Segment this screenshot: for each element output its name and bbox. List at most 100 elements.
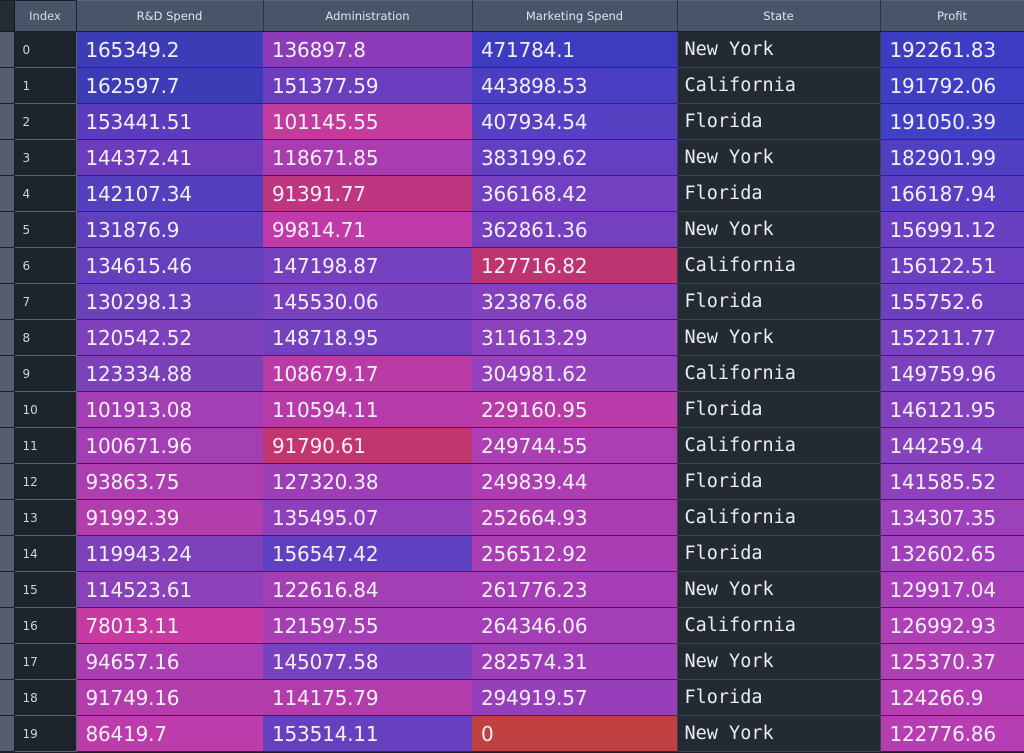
row-index-cell[interactable]: 6: [14, 247, 77, 284]
row-index-cell[interactable]: 0: [14, 31, 77, 68]
cell-marketing-spend[interactable]: 471784.1: [472, 31, 677, 68]
table-row[interactable]: 6 134615.46 147198.87 127716.82 California 15…: [0, 247, 1024, 284]
cell-rd-spend[interactable]: 165349.2: [76, 31, 263, 68]
cell-profit[interactable]: 129917.04: [880, 571, 1024, 608]
column-header-marketing-spend[interactable]: Marketing Spend: [471, 0, 678, 32]
cell-state[interactable]: New York: [676, 571, 881, 608]
cell-administration[interactable]: 147198.87: [263, 247, 472, 284]
cell-administration[interactable]: 110594.11: [263, 391, 472, 428]
cell-profit[interactable]: 155752.6: [880, 283, 1024, 320]
column-header-administration[interactable]: Administration: [262, 0, 473, 32]
row-selector[interactable]: [0, 643, 15, 680]
cell-rd-spend[interactable]: 142107.34: [76, 175, 263, 212]
row-selector[interactable]: [0, 355, 15, 392]
row-selector[interactable]: [0, 535, 15, 572]
cell-state[interactable]: California: [676, 499, 881, 536]
cell-profit[interactable]: 125370.37: [880, 643, 1024, 680]
cell-profit[interactable]: 192261.83: [880, 31, 1024, 68]
row-selector[interactable]: [0, 211, 15, 248]
cell-administration[interactable]: 118671.85: [263, 139, 472, 176]
cell-state[interactable]: California: [676, 355, 881, 392]
row-selector[interactable]: [0, 607, 15, 644]
row-selector[interactable]: [0, 247, 15, 284]
cell-state[interactable]: California: [676, 67, 881, 104]
cell-marketing-spend[interactable]: 407934.54: [472, 103, 677, 140]
row-index-cell[interactable]: 5: [14, 211, 77, 248]
cell-marketing-spend[interactable]: 282574.31: [472, 643, 677, 680]
row-index-cell[interactable]: 18: [14, 679, 77, 716]
row-index-cell[interactable]: 17: [14, 643, 77, 680]
row-index-cell[interactable]: 8: [14, 319, 77, 356]
cell-state[interactable]: California: [676, 247, 881, 284]
table-row[interactable]: 15 114523.61 122616.84 261776.23 New York 129…: [0, 571, 1024, 608]
cell-administration[interactable]: 91790.61: [263, 427, 472, 464]
cell-administration[interactable]: 148718.95: [263, 319, 472, 356]
cell-marketing-spend[interactable]: 304981.62: [472, 355, 677, 392]
cell-marketing-spend[interactable]: 261776.23: [472, 571, 677, 608]
cell-profit[interactable]: 144259.4: [880, 427, 1024, 464]
cell-rd-spend[interactable]: 91992.39: [76, 499, 263, 536]
cell-rd-spend[interactable]: 134615.46: [76, 247, 263, 284]
cell-state[interactable]: Florida: [676, 391, 881, 428]
cell-profit[interactable]: 166187.94: [880, 175, 1024, 212]
cell-state[interactable]: Florida: [676, 103, 881, 140]
cell-marketing-spend[interactable]: 443898.53: [472, 67, 677, 104]
cell-administration[interactable]: 122616.84: [263, 571, 472, 608]
cell-administration[interactable]: 121597.55: [263, 607, 472, 644]
column-header-index[interactable]: Index: [14, 0, 77, 32]
cell-administration[interactable]: 99814.71: [263, 211, 472, 248]
cell-profit[interactable]: 152211.77: [880, 319, 1024, 356]
cell-marketing-spend[interactable]: 294919.57: [472, 679, 677, 716]
cell-state[interactable]: New York: [676, 319, 881, 356]
cell-profit[interactable]: 122776.86: [880, 715, 1024, 752]
cell-administration[interactable]: 114175.79: [263, 679, 472, 716]
row-index-cell[interactable]: 12: [14, 463, 77, 500]
cell-rd-spend[interactable]: 78013.11: [76, 607, 263, 644]
row-selector[interactable]: [0, 391, 15, 428]
row-selector[interactable]: [0, 175, 15, 212]
cell-administration[interactable]: 135495.07: [263, 499, 472, 536]
table-row[interactable]: 8 120542.52 148718.95 311613.29 New York 1522…: [0, 319, 1024, 356]
table-row[interactable]: 1 162597.7 151377.59 443898.53 California 191…: [0, 67, 1024, 104]
cell-profit[interactable]: 124266.9: [880, 679, 1024, 716]
cell-rd-spend[interactable]: 91749.16: [76, 679, 263, 716]
table-row[interactable]: 17 94657.16 145077.58 282574.31 New York 1253…: [0, 643, 1024, 680]
cell-administration[interactable]: 108679.17: [263, 355, 472, 392]
row-selector[interactable]: [0, 67, 15, 104]
cell-marketing-spend[interactable]: 0: [472, 715, 677, 752]
cell-rd-spend[interactable]: 162597.7: [76, 67, 263, 104]
cell-rd-spend[interactable]: 86419.7: [76, 715, 263, 752]
cell-profit[interactable]: 156122.51: [880, 247, 1024, 284]
cell-rd-spend[interactable]: 93863.75: [76, 463, 263, 500]
cell-administration[interactable]: 101145.55: [263, 103, 472, 140]
table-row[interactable]: 2 153441.51 101145.55 407934.54 Florida 19105…: [0, 103, 1024, 140]
cell-marketing-spend[interactable]: 252664.93: [472, 499, 677, 536]
cell-state[interactable]: New York: [676, 715, 881, 752]
cell-profit[interactable]: 191050.39: [880, 103, 1024, 140]
row-selector[interactable]: [0, 283, 15, 320]
row-index-cell[interactable]: 16: [14, 607, 77, 644]
row-selector[interactable]: [0, 31, 15, 68]
row-selector[interactable]: [0, 715, 15, 752]
cell-rd-spend[interactable]: 100671.96: [76, 427, 263, 464]
cell-rd-spend[interactable]: 101913.08: [76, 391, 263, 428]
cell-state[interactable]: New York: [676, 31, 881, 68]
cell-administration[interactable]: 153514.11: [263, 715, 472, 752]
cell-administration[interactable]: 145530.06: [263, 283, 472, 320]
cell-administration[interactable]: 136897.8: [263, 31, 472, 68]
row-selector[interactable]: [0, 499, 15, 536]
row-index-cell[interactable]: 7: [14, 283, 77, 320]
row-index-cell[interactable]: 4: [14, 175, 77, 212]
row-selector[interactable]: [0, 463, 15, 500]
cell-administration[interactable]: 151377.59: [263, 67, 472, 104]
cell-profit[interactable]: 141585.52: [880, 463, 1024, 500]
table-row[interactable]: 11 100671.96 91790.61 249744.55 California 14…: [0, 427, 1024, 464]
row-index-cell[interactable]: 14: [14, 535, 77, 572]
cell-state[interactable]: California: [676, 427, 881, 464]
cell-profit[interactable]: 191792.06: [880, 67, 1024, 104]
row-index-cell[interactable]: 1: [14, 67, 77, 104]
row-selector[interactable]: [0, 319, 15, 356]
row-selector[interactable]: [0, 139, 15, 176]
cell-marketing-spend[interactable]: 264346.06: [472, 607, 677, 644]
cell-rd-spend[interactable]: 130298.13: [76, 283, 263, 320]
